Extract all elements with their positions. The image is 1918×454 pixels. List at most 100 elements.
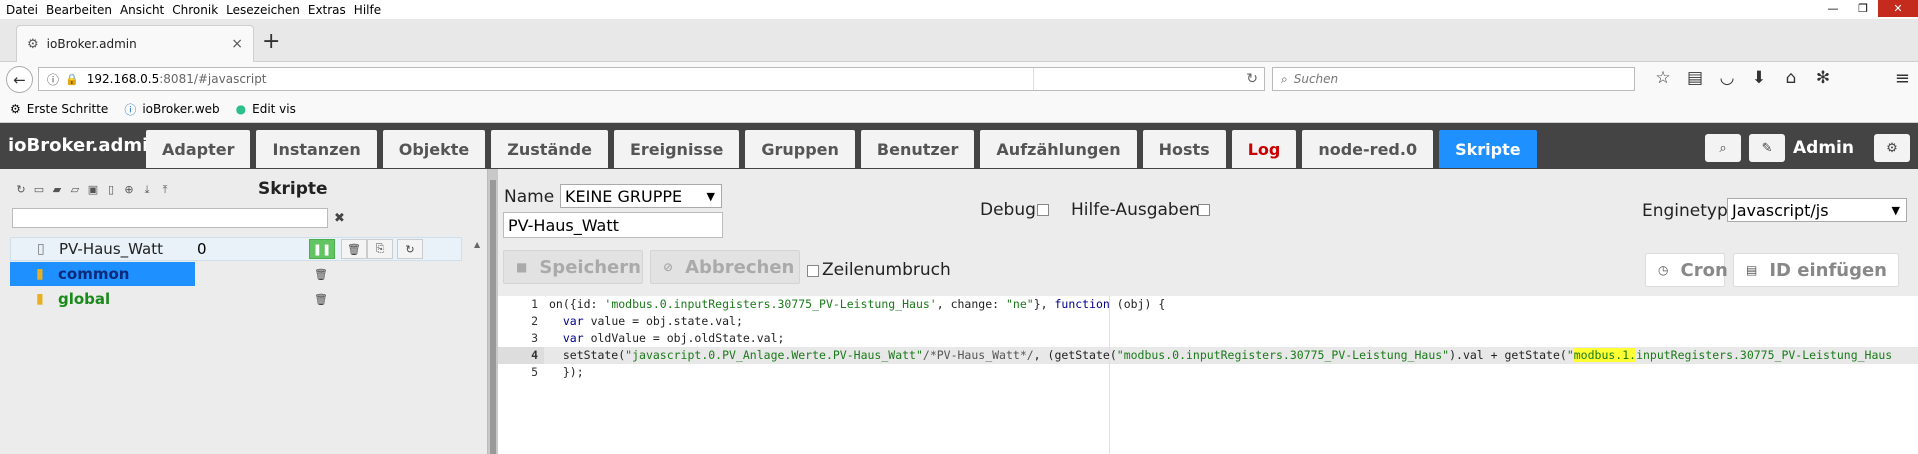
tab-close-icon[interactable]: ×	[231, 36, 243, 52]
export-icon[interactable]: ⤒	[156, 183, 174, 197]
save-button[interactable]: ■ Speichern	[503, 250, 643, 284]
download-icon[interactable]: ⬇	[1743, 68, 1775, 88]
cancel-button[interactable]: ⊘ Abbrechen	[650, 250, 800, 284]
folder-icon: ▮	[36, 266, 44, 282]
insert-id-button[interactable]: ▤ ID einfügen	[1733, 253, 1899, 287]
new-tab-button[interactable]: +	[262, 29, 280, 54]
code-token: modbus.1.	[1573, 348, 1637, 362]
name-label: Name	[504, 187, 555, 207]
browser-tab[interactable]: ⚙ ioBroker.admin ×	[16, 25, 254, 62]
edit-button[interactable]: ✎	[1749, 134, 1786, 162]
home-icon[interactable]: ⌂	[1775, 68, 1807, 88]
minimize-button[interactable]: —	[1818, 0, 1848, 17]
tab-ereignisse[interactable]: Ereignisse	[613, 130, 740, 168]
menu-bearbeiten[interactable]: Bearbeiten	[42, 3, 116, 17]
menu-hamburger-icon[interactable]: ≡	[1895, 68, 1910, 89]
pause-icon: ❚❚	[312, 242, 332, 256]
code-line: on({id: 'modbus.0.inputRegisters.30775_P…	[549, 296, 1165, 313]
tree-row-common[interactable]: ▮ common 🗑	[10, 262, 462, 286]
line-number: 5	[531, 365, 538, 379]
trash-icon: 🗑	[347, 242, 361, 256]
delete-button[interactable]: 🗑	[341, 239, 367, 259]
code-token: oldValue = obj.oldState.val;	[583, 331, 785, 345]
info-icon[interactable]: ⓘ	[47, 71, 59, 88]
import-icon[interactable]: ⤓	[138, 183, 156, 197]
tab-hosts[interactable]: Hosts	[1142, 130, 1226, 168]
save-label: Speichern	[539, 256, 641, 278]
tab-aufzaehlungen[interactable]: Aufzählungen	[980, 130, 1137, 168]
tab-adapter[interactable]: Adapter	[146, 130, 251, 168]
scroll-up-icon[interactable]: ▲	[474, 240, 480, 249]
close-window-button[interactable]: ✕	[1878, 0, 1918, 17]
restart-button[interactable]: ↻	[397, 239, 423, 259]
collapse-icon[interactable]: ▭	[30, 183, 48, 197]
bookmark-iobroker-web[interactable]: ⓘ ioBroker.web	[124, 101, 219, 118]
tab-node-red[interactable]: node-red.0	[1302, 130, 1434, 168]
splitter-grip[interactable]	[490, 180, 496, 454]
panel-splitter[interactable]	[487, 169, 498, 454]
code-line: setState("javascript.0.PV_Anlage.Werte.P…	[549, 347, 1892, 364]
tree-filter-input[interactable]	[12, 208, 328, 228]
code-token: on({id:	[549, 297, 605, 311]
script-name-input[interactable]: PV-Haus_Watt	[503, 212, 723, 238]
menu-lesezeichen[interactable]: Lesezeichen	[222, 3, 304, 17]
reload-icon[interactable]: ↻	[1246, 71, 1258, 87]
tree-row-global[interactable]: ▮ global 🗑	[10, 287, 462, 311]
bookmark-star-icon[interactable]: ☆	[1647, 68, 1679, 88]
tree-row-script[interactable]: ▯ PV-Haus_Watt 0 ❚❚ 🗑 ⎘ ↻	[10, 237, 462, 261]
insert-id-label: ID einfügen	[1769, 259, 1887, 281]
tab-log[interactable]: Log	[1231, 130, 1297, 168]
bookmark-label: Edit vis	[252, 102, 296, 116]
menu-ansicht[interactable]: Ansicht	[116, 3, 168, 17]
code-token: "ne"	[1005, 297, 1034, 311]
folder-icon[interactable]: ▰	[48, 183, 66, 197]
bookmark-erste-schritte[interactable]: ⚙ Erste Schritte	[10, 102, 108, 116]
url-bar[interactable]: ⓘ 🔒 192.168.0.5:8081/#javascript ↻	[38, 67, 1265, 91]
tab-skripte[interactable]: Skripte	[1439, 130, 1537, 168]
tab-instanzen[interactable]: Instanzen	[256, 130, 377, 168]
engine-type-select[interactable]: Javascript/js ▼	[1727, 198, 1907, 222]
refresh-icon[interactable]: ↻	[12, 183, 30, 197]
user-name[interactable]: Admin	[1793, 138, 1854, 158]
add-icon[interactable]: ⊕	[120, 183, 138, 197]
pocket-icon[interactable]: ◡	[1711, 68, 1743, 88]
folder-open-icon[interactable]: ▱	[66, 183, 84, 197]
reading-list-icon[interactable]: ▤	[1679, 68, 1711, 88]
extension-icon[interactable]: ✻	[1807, 68, 1839, 88]
tab-zustaende[interactable]: Zustände	[491, 130, 608, 168]
delete-button[interactable]: 🗑	[308, 289, 334, 309]
help-output-label: Hilfe-Ausgaben	[1071, 200, 1200, 220]
tab-gruppen[interactable]: Gruppen	[745, 130, 855, 168]
word-wrap-checkbox[interactable]	[807, 265, 819, 277]
help-output-checkbox[interactable]	[1198, 204, 1210, 216]
menu-extras[interactable]: Extras	[304, 3, 350, 17]
menu-hilfe[interactable]: Hilfe	[350, 3, 385, 17]
bookmark-label: Erste Schritte	[26, 102, 109, 116]
copy-button[interactable]: ⎘	[367, 239, 393, 259]
insecure-lock-icon[interactable]: 🔒	[65, 73, 79, 86]
tab-benutzer[interactable]: Benutzer	[860, 130, 975, 168]
app-header-right: ⌕ ✎ Admin ⚙	[1705, 134, 1918, 162]
search-button[interactable]: ⌕	[1705, 134, 1742, 162]
search-bar[interactable]: ⌕ Suchen	[1272, 67, 1635, 91]
group-select[interactable]: KEINE GRUPPE ▼	[560, 184, 722, 208]
back-button[interactable]: ←	[6, 66, 33, 93]
debug-checkbox[interactable]	[1037, 204, 1049, 216]
pause-button[interactable]: ❚❚	[309, 239, 335, 259]
settings-button[interactable]: ⚙	[1874, 134, 1910, 162]
add-folder-icon[interactable]: ▣	[84, 183, 102, 197]
maximize-button[interactable]: ❐	[1848, 0, 1878, 17]
code-editor[interactable]: 1 2 3 4 5 on({id: 'modbus.0.inputRegiste…	[498, 296, 1918, 454]
menu-chronik[interactable]: Chronik	[168, 3, 222, 17]
new-script-icon[interactable]: ▯	[102, 183, 120, 197]
refresh-icon: ↻	[405, 242, 415, 256]
menu-datei[interactable]: Datei	[0, 3, 42, 17]
tab-objekte[interactable]: Objekte	[382, 130, 486, 168]
cron-button[interactable]: ◷ Cron	[1645, 253, 1728, 287]
bookmark-edit-vis[interactable]: ● Edit vis	[236, 102, 296, 116]
clear-filter-icon[interactable]: ✖	[334, 211, 345, 226]
script-value: 0	[197, 240, 207, 258]
delete-button[interactable]: 🗑	[308, 264, 334, 284]
